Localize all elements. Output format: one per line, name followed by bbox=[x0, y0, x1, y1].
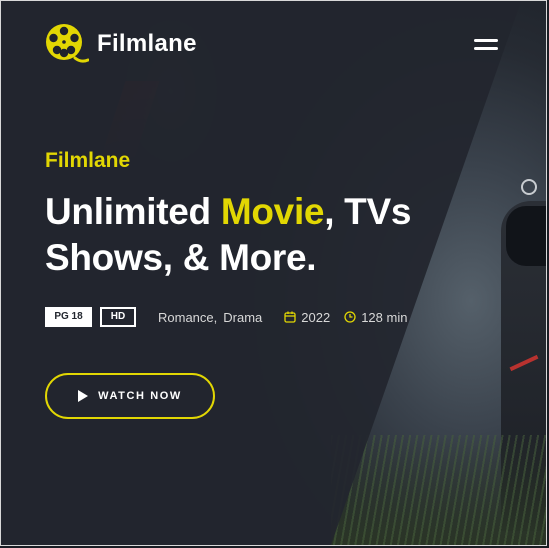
movie-meta: PG 18 HD Romance, Drama 2022 128 min bbox=[45, 306, 407, 328]
calendar-icon bbox=[284, 311, 296, 323]
watch-now-button[interactable]: WATCH NOW bbox=[45, 373, 215, 419]
page-frame: Filmlane Filmlane Unlimited Movie, TVs Sh… bbox=[0, 0, 547, 546]
clock-icon bbox=[344, 311, 356, 323]
hamburger-menu-icon bbox=[474, 39, 498, 42]
quality-badge: HD bbox=[100, 307, 136, 327]
watch-now-label: WATCH NOW bbox=[98, 390, 182, 402]
genre-link[interactable]: Romance, bbox=[158, 310, 217, 325]
hero-title-accent: Movie bbox=[220, 191, 325, 232]
menu-button[interactable] bbox=[474, 39, 498, 53]
play-icon bbox=[78, 390, 89, 402]
genre-list: Romance, Drama bbox=[158, 310, 262, 325]
rating-badge: PG 18 bbox=[45, 307, 92, 327]
logo[interactable]: Filmlane bbox=[45, 23, 197, 65]
genre-link[interactable]: Drama bbox=[223, 310, 262, 325]
duration: 128 min bbox=[344, 310, 407, 325]
release-date: 2022 bbox=[284, 310, 330, 325]
hero-subtitle: Filmlane bbox=[45, 149, 131, 172]
film-reel-icon bbox=[46, 24, 89, 63]
brand-name: Filmlane bbox=[97, 30, 197, 57]
hero-title: Unlimited Movie, TVs Shows, & More. bbox=[45, 191, 412, 278]
